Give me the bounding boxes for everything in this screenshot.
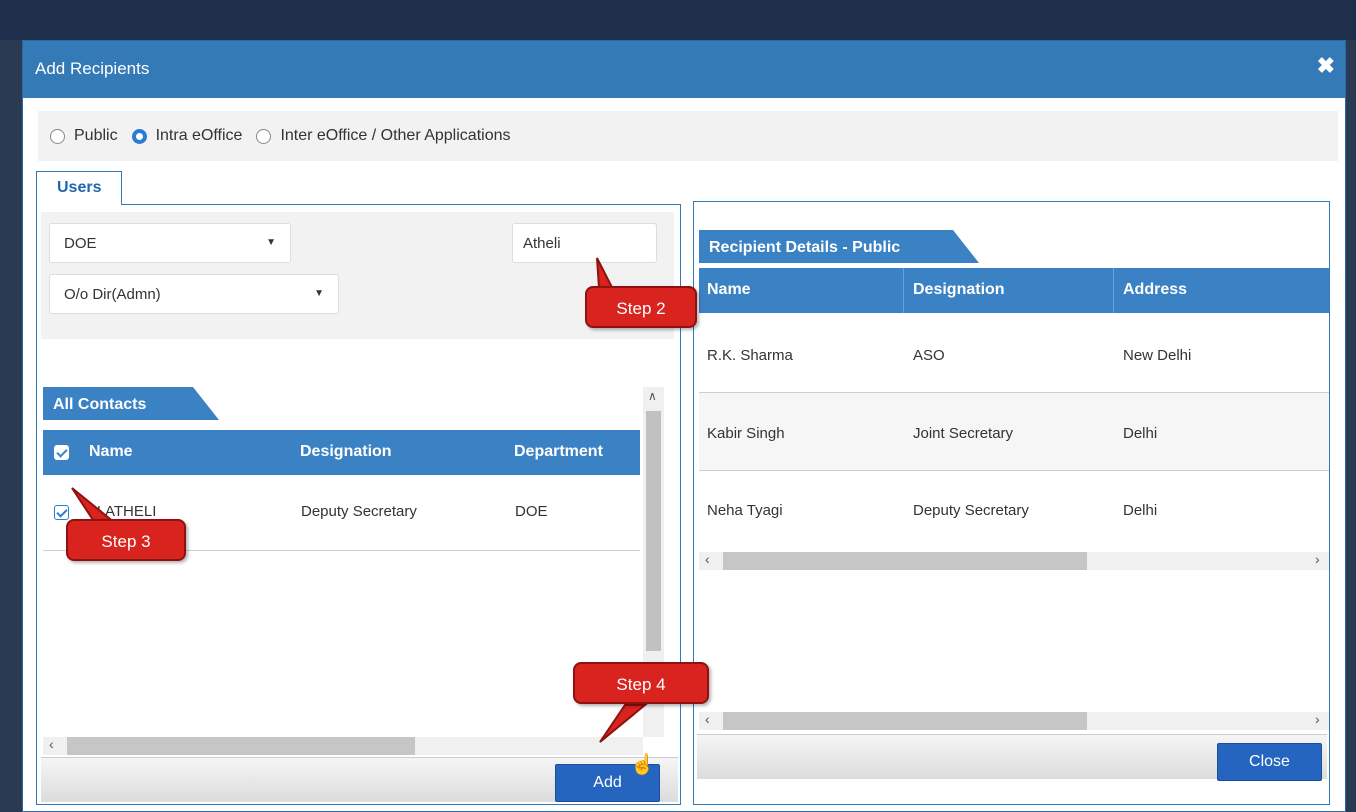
recipients-footer: Close (697, 734, 1327, 781)
row-divider (699, 470, 1329, 471)
scroll-right-icon[interactable]: › (1315, 711, 1320, 727)
contact-department: DOE (515, 503, 548, 520)
close-button[interactable]: Close (1217, 743, 1322, 781)
dialog-header: Add Recipients ✖ (23, 41, 1345, 98)
radio-inter-eoffice-label: Inter eOffice / Other Applications (280, 127, 511, 144)
radio-inter-eoffice-icon[interactable] (256, 128, 272, 144)
scrollbar-thumb[interactable] (723, 552, 1087, 570)
department-select[interactable]: DOE ▼ (49, 223, 291, 263)
dialog-title: Add Recipients (35, 59, 150, 78)
step-3-callout: Step 3 (66, 519, 186, 561)
department-select-value: DOE (64, 235, 97, 252)
step-4-callout: Step 4 (573, 662, 709, 704)
radio-public-label: Public (74, 127, 118, 144)
office-select[interactable]: O/o Dir(Admn) ▼ (49, 274, 339, 314)
radio-public[interactable]: Public (50, 127, 118, 145)
background-left (0, 40, 22, 812)
filter-area: DOE ▼ O/o Dir(Admn) ▼ (41, 212, 674, 339)
radio-inter-eoffice[interactable]: Inter eOffice / Other Applications (256, 127, 510, 145)
radio-public-icon[interactable] (50, 128, 65, 144)
background-right (1346, 40, 1356, 812)
scroll-left-icon[interactable]: ‹ (49, 736, 54, 752)
scrollbar-thumb[interactable] (646, 411, 661, 651)
close-icon[interactable]: ✖ (1317, 55, 1335, 77)
recipient-name: Kabir Singh (707, 425, 785, 442)
contacts-table-header: Name Designation Department (43, 430, 640, 475)
contact-designation: Deputy Secretary (301, 503, 417, 520)
row-checkbox[interactable] (54, 505, 69, 520)
radio-intra-eoffice-icon[interactable] (131, 128, 147, 144)
tab-users[interactable]: Users (36, 171, 122, 205)
chevron-down-icon: ▼ (266, 237, 276, 248)
recipient-details-ribbon: Recipient Details - Public (699, 230, 979, 263)
recipient-name: R.K. Sharma (707, 347, 793, 364)
recipients-table-header: Name Designation Address (699, 268, 1329, 313)
recipient-type-bar: Public Intra eOffice Inter eOffice / Oth… (38, 111, 1338, 161)
recipient-name: Neha Tyagi (707, 502, 783, 519)
contacts-horizontal-scrollbar[interactable]: ‹ (43, 736, 643, 755)
column-address: Address (1123, 281, 1188, 298)
recipient-address: New Delhi (1123, 347, 1192, 364)
recipient-designation: Joint Secretary (913, 425, 1014, 442)
scrollbar-thumb[interactable] (723, 712, 1087, 730)
chevron-down-icon: ▼ (314, 288, 324, 299)
contacts-footer: Add (41, 757, 678, 802)
column-designation: Designation (300, 443, 392, 460)
recipient-designation: ASO (913, 347, 945, 364)
radio-intra-eoffice[interactable]: Intra eOffice (131, 127, 243, 145)
select-all-checkbox[interactable] (54, 445, 69, 460)
background-header (0, 0, 1356, 40)
recipients-bottom-scrollbar[interactable]: ‹ › (699, 711, 1329, 730)
scroll-up-icon[interactable]: ∧ (648, 389, 657, 403)
recipient-details-panel: Recipient Details - Public Name Designat… (693, 201, 1330, 805)
radio-intra-eoffice-label: Intra eOffice (155, 127, 243, 144)
recipient-address: Delhi (1123, 425, 1158, 442)
office-select-value: O/o Dir(Admn) (64, 286, 161, 303)
scroll-left-icon[interactable]: ‹ (705, 551, 710, 567)
column-divider (1113, 268, 1114, 313)
column-divider (903, 268, 904, 313)
scroll-left-icon[interactable]: ‹ (705, 711, 710, 727)
column-designation: Designation (913, 281, 1005, 298)
scroll-right-icon[interactable]: › (1315, 551, 1320, 567)
all-contacts-ribbon: All Contacts (43, 387, 219, 420)
hand-pointer-icon: ☝ (630, 754, 655, 776)
search-input[interactable] (512, 223, 657, 263)
recipient-designation: Deputy Secretary (913, 502, 1029, 519)
scrollbar-thumb[interactable] (67, 737, 415, 755)
table-row[interactable]: Kabir Singh Joint Secretary Delhi (699, 393, 1329, 470)
step-2-callout: Step 2 (585, 286, 697, 328)
recipient-address: Delhi (1123, 502, 1158, 519)
column-department: Department (514, 443, 603, 460)
column-name: Name (707, 281, 751, 298)
contact-name: H.ATHELI (90, 503, 157, 520)
column-name: Name (89, 443, 133, 460)
recipients-horizontal-scrollbar[interactable]: ‹ › (699, 551, 1329, 570)
